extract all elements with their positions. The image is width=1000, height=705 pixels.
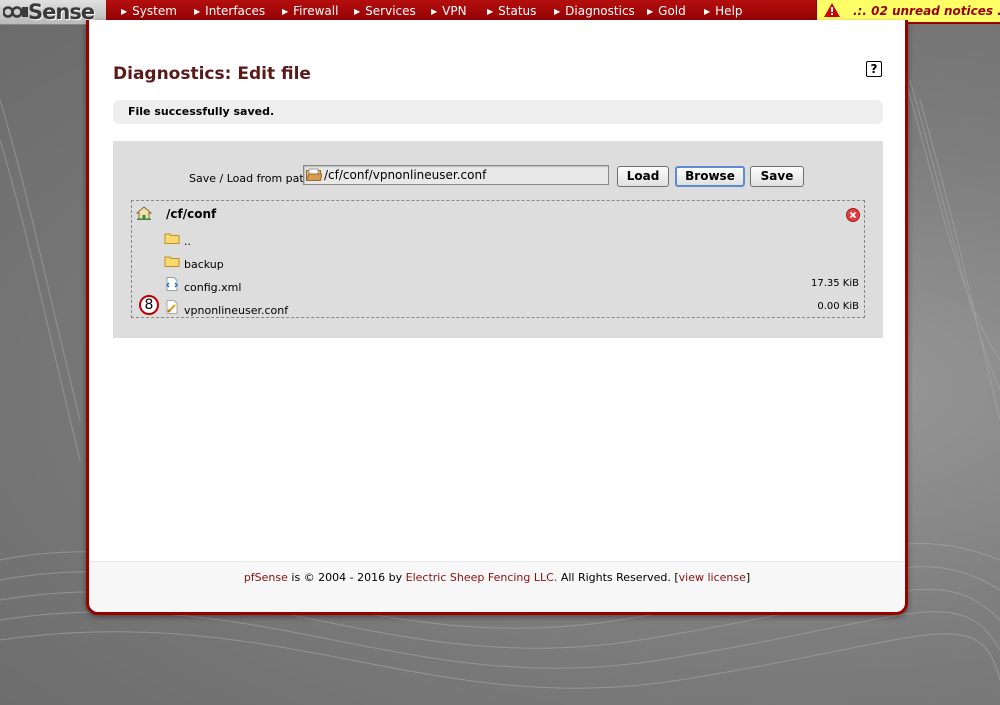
view-license-link[interactable]: view license — [679, 571, 746, 584]
footer-close-bracket: ] — [745, 571, 751, 584]
nav-help[interactable]: ▶ Help — [704, 4, 743, 18]
folder-icon — [164, 256, 180, 267]
footer: pfSense is © 2004 - 2016 by Electric She… — [89, 571, 905, 584]
current-directory: /cf/conf — [166, 207, 217, 221]
nav-status[interactable]: ▶ Status — [487, 4, 536, 18]
file-browser: /cf/conf .. backup config.xml 17.35 KiB … — [131, 200, 865, 318]
file-entry-name: .. — [184, 235, 191, 248]
logo-text: Sense — [28, 0, 95, 24]
nav-vpn[interactable]: ▶ VPN — [431, 4, 467, 18]
help-icon[interactable]: ? — [866, 61, 882, 77]
folder-icon — [164, 233, 180, 244]
pfsense-logo-icon — [3, 6, 28, 18]
load-button[interactable]: Load — [617, 166, 669, 187]
footer-background — [89, 562, 905, 612]
footer-copyright: is © 2004 - 2016 by — [291, 571, 403, 584]
arrow-right-icon: ▶ — [354, 7, 361, 16]
arrow-right-icon: ▶ — [554, 7, 561, 16]
file-entry-vpnonlineuser[interactable]: vpnonlineuser.conf 0.00 KiB — [162, 300, 862, 320]
notices-text: .:. 02 unread notices .:. — [853, 4, 1000, 18]
nav-firewall[interactable]: ▶ Firewall — [282, 4, 338, 18]
arrow-right-icon: ▶ — [194, 7, 201, 16]
success-message: File successfully saved. — [113, 100, 883, 124]
nav-gold[interactable]: ▶ Gold — [647, 4, 686, 18]
nav-services[interactable]: ▶ Services — [354, 4, 416, 18]
folder-open-icon — [306, 168, 322, 181]
save-button[interactable]: Save — [750, 166, 804, 187]
file-entry-name: vpnonlineuser.conf — [184, 304, 289, 317]
path-label: Save / Load from path: — [189, 172, 315, 185]
success-message-text: File successfully saved. — [128, 105, 275, 118]
file-entry-name: config.xml — [184, 281, 242, 294]
file-entry-config-xml[interactable]: config.xml 17.35 KiB — [162, 277, 862, 297]
file-editor: Save / Load from path: /cf/conf/vpnonlin… — [113, 141, 883, 338]
nav-interfaces[interactable]: ▶ Interfaces — [194, 4, 265, 18]
arrow-right-icon: ▶ — [431, 7, 438, 16]
file-entry-name: backup — [184, 258, 224, 271]
file-entry-size: 0.00 KiB — [817, 301, 859, 312]
path-input[interactable]: /cf/conf/vpnonlineuser.conf — [303, 165, 609, 185]
arrow-right-icon: ▶ — [487, 7, 494, 16]
main-panel: Diagnostics: Edit file ? File successful… — [86, 20, 908, 615]
nav-diagnostics[interactable]: ▶ Diagnostics — [554, 4, 635, 18]
nav-system[interactable]: ▶ System — [121, 4, 177, 18]
file-entry-parent[interactable]: .. — [162, 231, 862, 251]
footer-company-link[interactable]: Electric Sheep Fencing LLC. — [406, 571, 558, 584]
annotation-badge: 8 — [139, 295, 159, 315]
arrow-right-icon: ▶ — [121, 7, 128, 16]
file-entry-backup[interactable]: backup — [162, 254, 862, 274]
footer-brand-link[interactable]: pfSense — [244, 571, 288, 584]
text-file-icon — [166, 300, 178, 314]
arrow-right-icon: ▶ — [282, 7, 289, 16]
xml-file-icon — [166, 277, 178, 291]
page-title: Diagnostics: Edit file — [113, 64, 311, 84]
home-icon[interactable] — [136, 206, 152, 220]
browse-button[interactable]: Browse — [675, 166, 745, 187]
arrow-right-icon: ▶ — [704, 7, 711, 16]
close-icon[interactable] — [846, 208, 860, 222]
path-value: /cf/conf/vpnonlineuser.conf — [324, 168, 487, 182]
warning-icon — [824, 3, 840, 17]
file-entry-size: 17.35 KiB — [810, 278, 859, 289]
arrow-right-icon: ▶ — [647, 7, 654, 16]
footer-rights: All Rights Reserved. [ — [560, 571, 679, 584]
